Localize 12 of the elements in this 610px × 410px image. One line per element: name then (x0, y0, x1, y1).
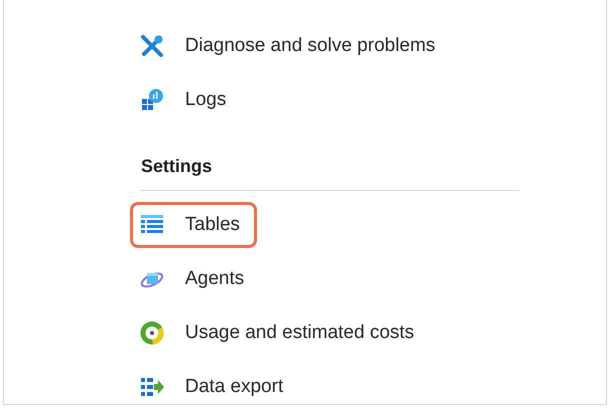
section-heading: Settings (141, 155, 212, 178)
gauge-icon (140, 321, 164, 345)
menu-item[interactable]: Usage and estimated costs (130, 310, 432, 356)
menu-item[interactable]: Logs (130, 77, 244, 123)
menu-item[interactable]: Tables (130, 202, 257, 248)
export-icon (140, 377, 164, 397)
menu-item[interactable]: Diagnose and solve problems (130, 23, 452, 69)
logs-icon (140, 88, 164, 112)
menu-item[interactable]: Agents (130, 256, 262, 302)
tools-icon (140, 34, 164, 58)
menu-item[interactable]: Data export (130, 364, 300, 404)
table-icon (140, 215, 164, 235)
